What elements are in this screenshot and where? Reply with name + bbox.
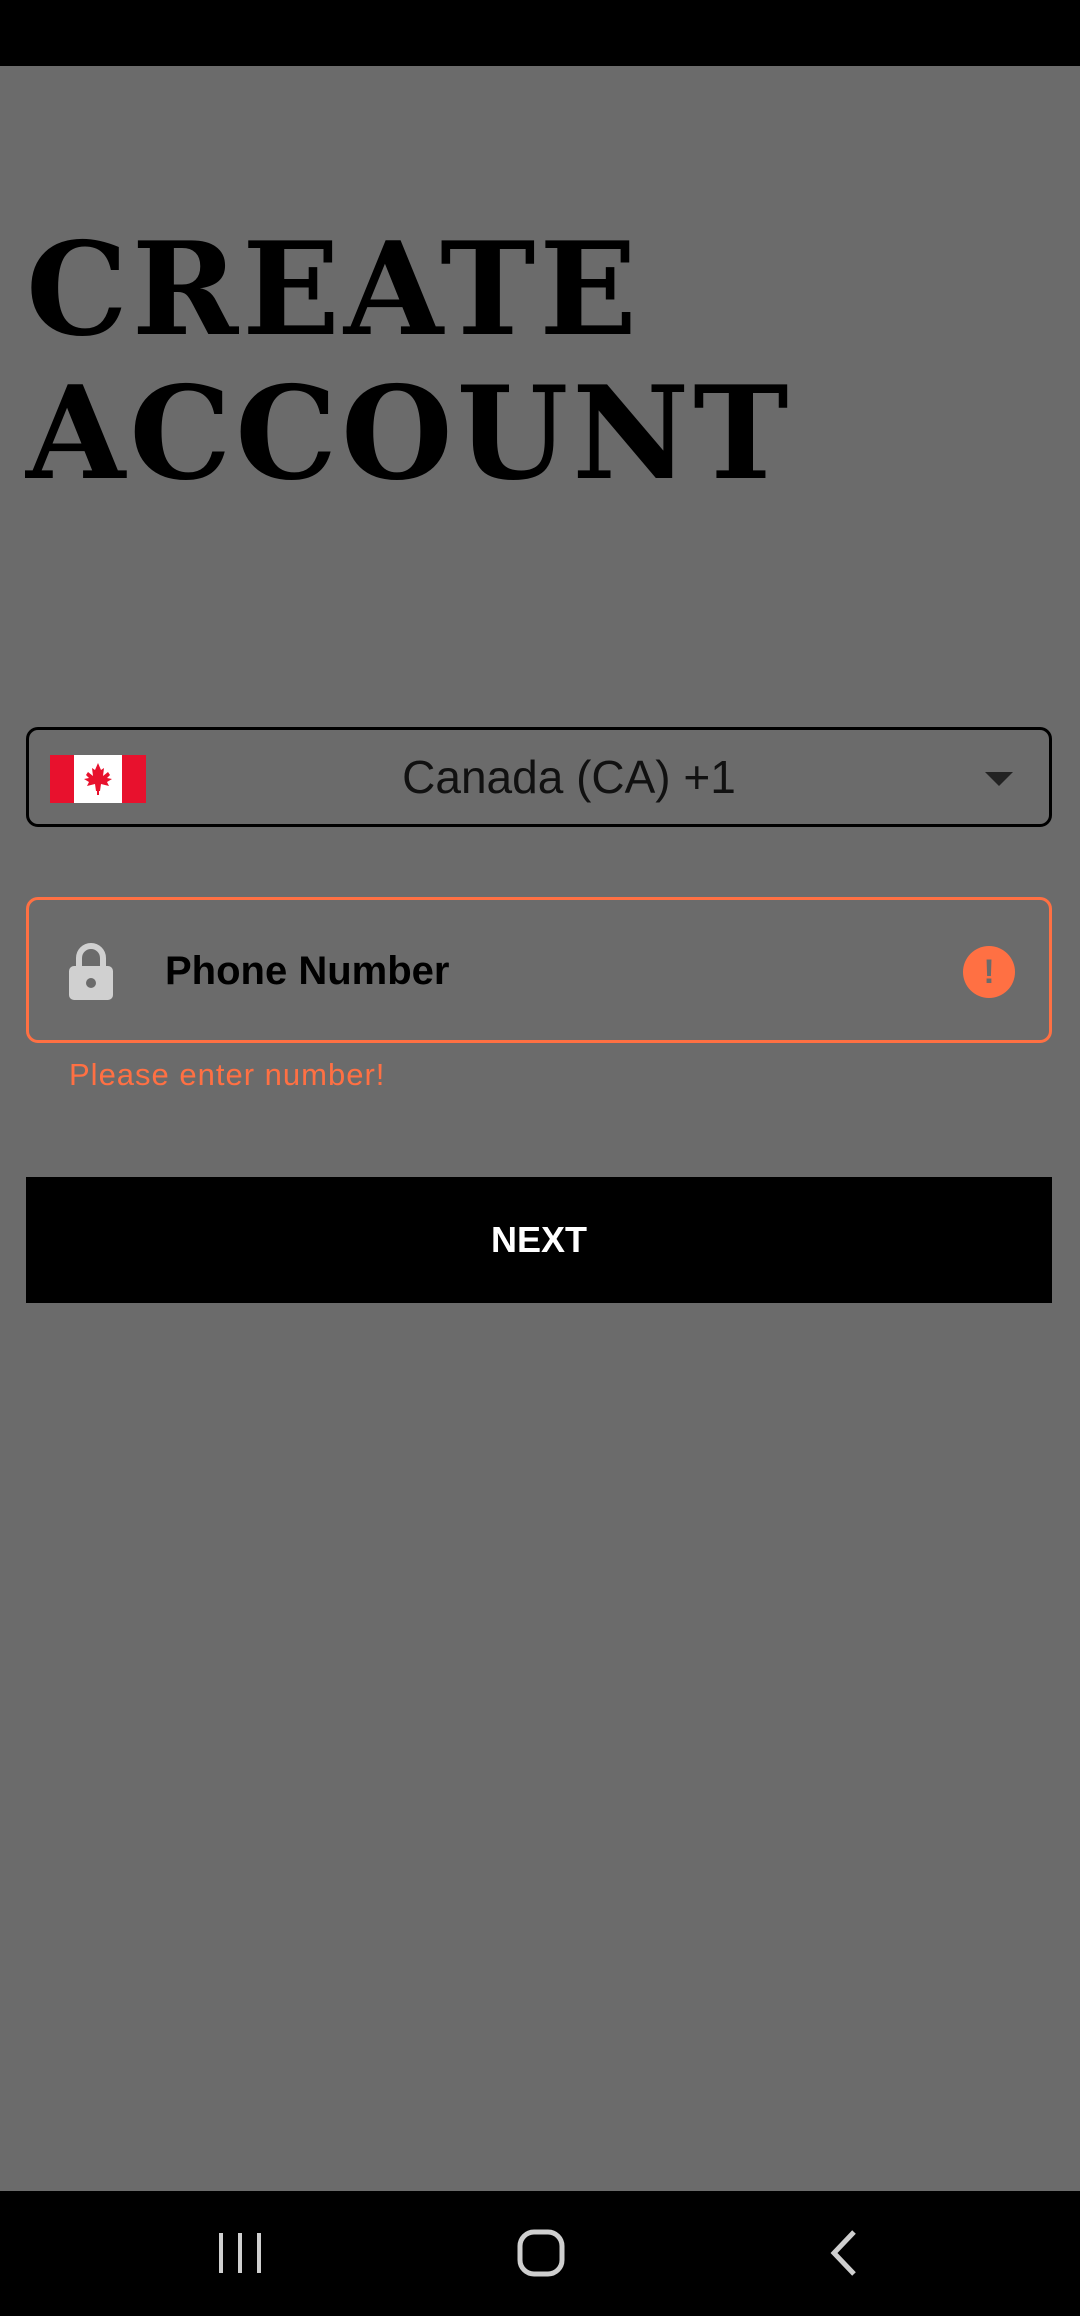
country-selector[interactable]: Canada (CA) +1: [26, 727, 1052, 827]
navigation-bar: [0, 2191, 1080, 2316]
back-icon[interactable]: [804, 2221, 884, 2285]
country-selector-value: Canada (CA) +1: [402, 751, 736, 803]
phone-number-input[interactable]: [163, 930, 947, 1012]
phone-error-message: Please enter number!: [69, 1057, 386, 1092]
next-button[interactable]: NEXT: [26, 1177, 1052, 1303]
page-title: CREATE ACCOUNT: [26, 215, 793, 509]
phone-number-field[interactable]: !: [26, 897, 1052, 1043]
error-icon: !: [963, 946, 1015, 998]
lock-icon: [69, 943, 113, 1000]
home-icon[interactable]: [501, 2221, 581, 2285]
status-bar: [0, 0, 1080, 66]
dropdown-arrow-icon[interactable]: [985, 772, 1013, 786]
recents-icon[interactable]: [200, 2221, 280, 2285]
